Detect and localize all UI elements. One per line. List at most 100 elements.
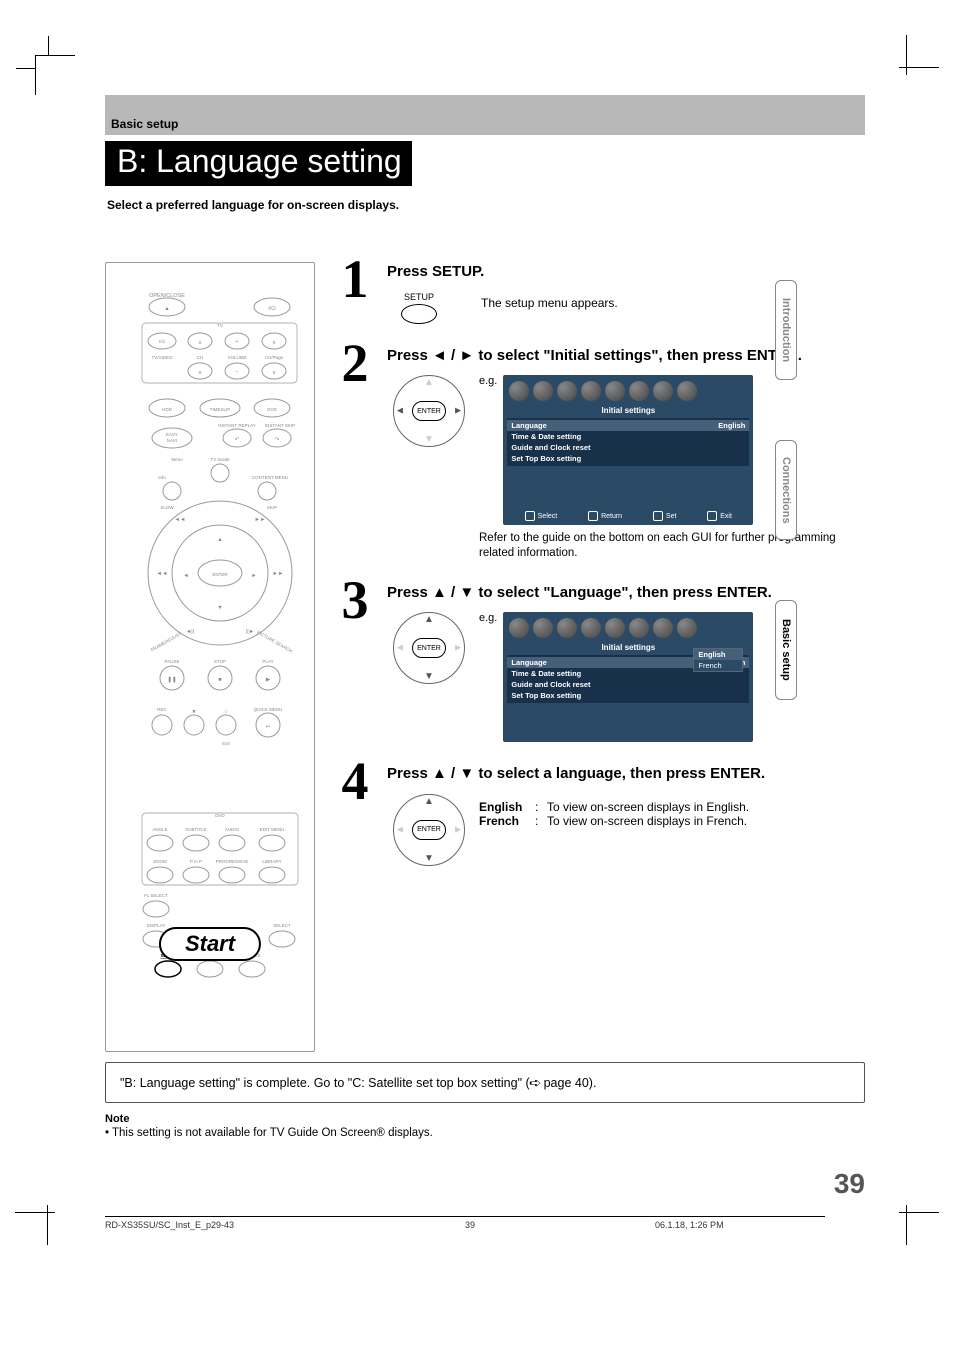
svg-text:SUBTITLE: SUBTITLE — [185, 827, 207, 832]
step-4: 4 Press ▲ / ▼ to select a language, then… — [333, 764, 865, 866]
svg-text:▼: ▼ — [217, 605, 222, 611]
svg-text:QUICK MENU: QUICK MENU — [254, 707, 283, 712]
header-bar: Basic setup — [105, 95, 865, 135]
svg-text:FRAME/ADJUST: FRAME/ADJUST — [150, 631, 183, 653]
svg-text:DVD: DVD — [215, 813, 225, 818]
svg-text:◄||: ◄|| — [186, 629, 194, 635]
svg-text:DISPLAY: DISPLAY — [147, 923, 166, 928]
svg-text:▲: ▲ — [217, 537, 222, 543]
svg-text:DVD: DVD — [267, 407, 277, 412]
svg-text:CH/Page: CH/Page — [265, 355, 284, 360]
enter-label: ENTER — [412, 820, 446, 840]
svg-text:★: ★ — [192, 708, 197, 715]
svg-text:TV: TV — [217, 323, 223, 328]
svg-text:◄◄: ◄◄ — [157, 571, 168, 577]
crop-mark — [879, 55, 919, 95]
svg-text:CH: CH — [197, 355, 204, 360]
svg-text:TV/VIDEO: TV/VIDEO — [151, 355, 173, 360]
svg-text:I/⏻: I/⏻ — [268, 305, 276, 312]
step-number: 3 — [333, 579, 377, 622]
step-number: 1 — [333, 258, 377, 301]
svg-text:PLAY: PLAY — [262, 659, 273, 664]
svg-text:PICTURE SEARCH: PICTURE SEARCH — [256, 630, 293, 654]
step-hint: Refer to the guide on the bottom on each… — [479, 531, 865, 561]
svg-text:Info: Info — [158, 475, 166, 480]
svg-text:SLOW: SLOW — [160, 505, 174, 510]
svg-text:Menu: Menu — [171, 457, 183, 462]
svg-text:❚❚: ❚❚ — [167, 676, 176, 683]
svg-text:○: ○ — [224, 709, 227, 715]
svg-text:PAUSE: PAUSE — [165, 659, 180, 664]
svg-text:−: − — [235, 369, 238, 375]
svg-text:LIBRARY: LIBRARY — [262, 859, 281, 864]
side-tab-basic-setup: Basic setup — [775, 600, 797, 700]
svg-text:INSTANT REPLAY: INSTANT REPLAY — [218, 423, 256, 428]
gui-screen: Initial settings LanguageEnglish Time & … — [503, 375, 753, 525]
svg-text:I/⏻: I/⏻ — [159, 339, 166, 344]
svg-text:PROGRESSIVE: PROGRESSIVE — [216, 859, 249, 864]
setup-button-graphic: SETUP — [387, 292, 451, 324]
side-tab-introduction: Introduction — [775, 280, 797, 380]
svg-text:↷: ↷ — [275, 436, 280, 443]
svg-text:∧: ∧ — [272, 340, 276, 346]
svg-text:ZOOM: ZOOM — [153, 859, 167, 864]
start-callout: Start — [159, 927, 261, 961]
language-options: English:To view on-screen displays in En… — [479, 800, 749, 828]
svg-text:↩: ↩ — [266, 724, 271, 730]
dpad-enter-graphic: ▲ ▼ ◄ ► ENTER — [393, 612, 465, 684]
page-number: 39 — [834, 1168, 865, 1200]
step-title: Press ▲ / ▼ to select a language, then p… — [387, 764, 865, 784]
svg-text:INSTANT SKIP: INSTANT SKIP — [265, 423, 295, 428]
page-subtitle: Select a preferred language for on-scree… — [107, 198, 865, 212]
svg-text:P in P: P in P — [190, 859, 202, 864]
gui-popup: English French — [693, 648, 743, 672]
svg-text:∧: ∧ — [198, 340, 202, 346]
completion-box: "B: Language setting" is complete. Go to… — [105, 1062, 865, 1103]
side-tabs: Introduction Connections Basic setup — [775, 280, 797, 700]
svg-text:►►: ►► — [255, 517, 266, 523]
svg-text:↶: ↶ — [235, 436, 240, 443]
svg-text:TV Guide: TV Guide — [210, 457, 230, 462]
svg-text:CONTENT MENU: CONTENT MENU — [252, 475, 288, 480]
svg-text:EDIT MENU: EDIT MENU — [260, 827, 285, 832]
setup-oval-icon — [401, 304, 437, 324]
svg-text:STOP: STOP — [214, 659, 226, 664]
eg-label: e.g. — [479, 612, 497, 624]
section-label: Basic setup — [111, 117, 178, 131]
dpad-enter-graphic: ▲ ▼ ◄ ► ENTER — [393, 794, 465, 866]
svg-text:EASY: EASY — [166, 432, 178, 437]
svg-text:▲: ▲ — [164, 306, 169, 312]
page-title: B: Language setting — [105, 141, 412, 186]
gui-screen: Initial settings LanguageEnglish Time & … — [503, 612, 753, 742]
svg-text:VOLUME: VOLUME — [227, 355, 246, 360]
setup-label: SETUP — [387, 292, 451, 302]
enter-label: ENTER — [412, 401, 446, 421]
crop-mark — [879, 1185, 919, 1225]
svg-text:TIMESLIP: TIMESLIP — [210, 407, 231, 412]
side-tab-connections: Connections — [775, 440, 797, 540]
crop-mark — [35, 1185, 75, 1225]
remote-illustration: OPEN/CLOSE ▲ I/⏻ TV I/⏻ ∧ + ∧ TV/VIDEO C… — [105, 262, 315, 1052]
footer: RD-XS35SU/SC_Inst_E_p29-43 39 06.1.18, 1… — [105, 1216, 825, 1230]
svg-text:ANGLE: ANGLE — [152, 827, 167, 832]
svg-text:||►: ||► — [246, 629, 254, 635]
svg-text:AUDIO: AUDIO — [225, 827, 240, 832]
svg-text:■: ■ — [218, 677, 221, 683]
step-number: 2 — [333, 342, 377, 385]
note-title: Note — [105, 1113, 865, 1125]
svg-text:►: ► — [251, 573, 256, 579]
svg-text:ENTER: ENTER — [212, 572, 228, 577]
svg-text:SKIP: SKIP — [267, 505, 277, 510]
step-number: 4 — [333, 760, 377, 803]
step-desc: The setup menu appears. — [481, 296, 618, 310]
svg-text:FL SELECT: FL SELECT — [144, 893, 168, 898]
svg-text:REC: REC — [157, 707, 167, 712]
svg-text:NAVI: NAVI — [167, 438, 177, 443]
crop-mark — [35, 55, 75, 95]
svg-text:SELECT: SELECT — [273, 923, 291, 928]
note-body: • This setting is not available for TV G… — [105, 1127, 865, 1139]
step-title: Press SETUP. — [387, 262, 865, 282]
svg-text:Exit: Exit — [222, 741, 230, 746]
enter-label: ENTER — [412, 638, 446, 658]
arrow-icon: ➪ — [529, 1075, 542, 1090]
